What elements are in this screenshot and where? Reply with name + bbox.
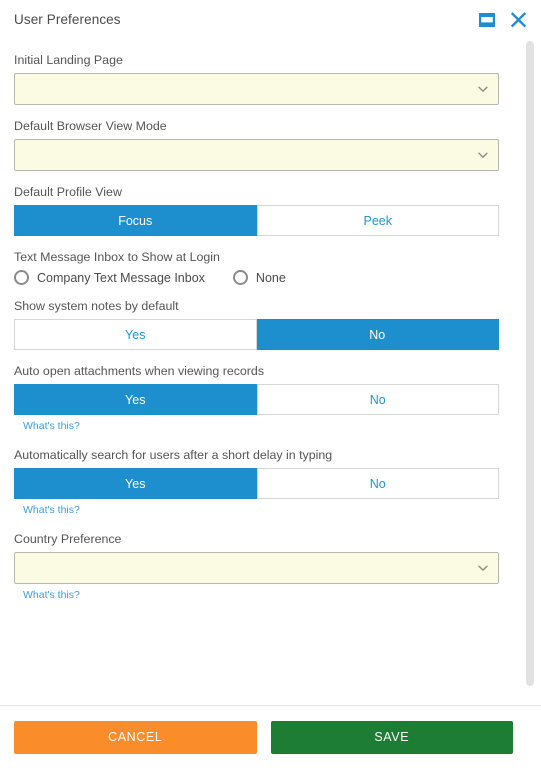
label-auto-open-attachments: Auto open attachments when viewing recor… — [14, 364, 265, 378]
radio-circle-icon — [14, 270, 29, 285]
dialog-header: User Preferences — [0, 0, 541, 39]
field-auto-search-users: Automatically search for users after a s… — [14, 448, 513, 518]
select-default-browser-view-mode[interactable] — [14, 139, 499, 171]
vertical-scrollbar[interactable] — [526, 39, 534, 705]
preferences-scroll-area: Initial Landing Page Default Browser Vie… — [0, 39, 541, 705]
radio-label-none: None — [255, 270, 286, 285]
segment-default-profile-view-peek[interactable]: Peek — [256, 205, 499, 236]
label-show-system-notes: Show system notes by default — [14, 299, 179, 313]
save-button[interactable]: SAVE — [270, 720, 513, 754]
preferences-form: Initial Landing Page Default Browser Vie… — [0, 39, 541, 613]
label-default-profile-view: Default Profile View — [14, 185, 122, 199]
radio-company-text-message-inbox[interactable]: Company Text Message Inbox — [14, 270, 205, 285]
close-icon[interactable] — [510, 11, 527, 28]
label-text-message-inbox: Text Message Inbox to Show at Login — [14, 250, 220, 264]
select-country-preference[interactable] — [14, 552, 499, 584]
segment-show-system-notes-yes[interactable]: Yes — [14, 319, 257, 350]
segment-auto-open-attachments-yes[interactable]: Yes — [14, 384, 257, 415]
label-country-preference: Country Preference — [14, 532, 122, 546]
chevron-down-icon — [477, 149, 489, 161]
field-default-browser-view-mode: Default Browser View Mode — [14, 119, 513, 171]
segmented-auto-search-users: Yes No — [14, 468, 499, 499]
whats-this-link-auto-search-users[interactable]: What's this? — [23, 504, 80, 516]
segment-auto-open-attachments-no[interactable]: No — [256, 384, 499, 415]
label-auto-search-users: Automatically search for users after a s… — [14, 448, 333, 462]
segmented-auto-open-attachments: Yes No — [14, 384, 499, 415]
whats-this-link-country-preference[interactable]: What's this? — [23, 589, 80, 601]
radio-label-company-text-message-inbox: Company Text Message Inbox — [37, 270, 205, 285]
dialog-footer: CANCEL SAVE — [0, 705, 541, 768]
radio-circle-icon — [232, 270, 248, 285]
field-auto-open-attachments: Auto open attachments when viewing recor… — [14, 364, 513, 434]
segment-auto-search-users-yes[interactable]: Yes — [14, 468, 257, 499]
select-initial-landing-page[interactable] — [14, 73, 499, 105]
field-show-system-notes: Show system notes by default Yes No — [14, 299, 513, 350]
label-default-browser-view-mode: Default Browser View Mode — [14, 119, 167, 133]
field-initial-landing-page: Initial Landing Page — [14, 53, 513, 105]
user-preferences-dialog: User Preferences Initial Landing Page De… — [0, 0, 541, 768]
cancel-button[interactable]: CANCEL — [14, 720, 257, 754]
segment-auto-search-users-no[interactable]: No — [256, 468, 499, 499]
segmented-default-profile-view: Focus Peek — [14, 205, 499, 236]
dialog-title: User Preferences — [14, 12, 121, 27]
segment-show-system-notes-no[interactable]: No — [256, 319, 499, 350]
field-country-preference: Country Preference What's this? — [14, 532, 513, 603]
window-restore-icon[interactable] — [478, 12, 496, 28]
dialog-window-controls — [478, 11, 527, 28]
label-initial-landing-page: Initial Landing Page — [14, 53, 123, 67]
field-default-profile-view: Default Profile View Focus Peek — [14, 185, 513, 236]
whats-this-link-auto-open-attachments[interactable]: What's this? — [23, 420, 80, 432]
chevron-down-icon — [477, 83, 489, 95]
chevron-down-icon — [477, 562, 489, 574]
radio-group-text-message-inbox: Company Text Message Inbox None — [14, 270, 513, 285]
segmented-show-system-notes: Yes No — [14, 319, 499, 350]
field-text-message-inbox: Text Message Inbox to Show at Login Comp… — [14, 250, 513, 285]
radio-none[interactable]: None — [232, 270, 286, 285]
segment-default-profile-view-focus[interactable]: Focus — [14, 205, 257, 236]
vertical-scrollbar-thumb[interactable] — [526, 41, 534, 686]
